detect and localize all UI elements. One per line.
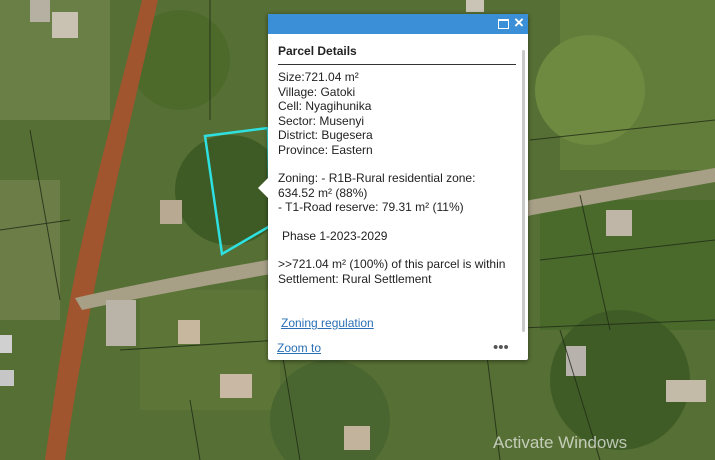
sector-text: Sector: Musenyi <box>278 113 365 128</box>
zoning-text-3: - T1-Road reserve: 79.31 m² (11%) <box>278 200 464 214</box>
popup-header: × <box>268 14 528 34</box>
size-text: Size:721.04 m² <box>278 70 359 84</box>
more-horizontal-icon[interactable]: ••• <box>493 339 509 356</box>
maximize-icon[interactable] <box>496 16 510 30</box>
zoning-text-2: 634.52 m² (88%) <box>278 185 368 200</box>
phase-text: Phase 1-2023-2029 <box>282 228 388 243</box>
popup-body: Parcel Details Size:721.04 m² Village: G… <box>278 34 516 330</box>
parcel-attributes: Size:721.04 m² Village: Gatoki Cell: Nya… <box>278 70 516 286</box>
district-text: District: Bugesera <box>278 128 373 142</box>
zoning-text-1: Zoning: - R1B-Rural residential zone: <box>278 171 476 185</box>
village-text: Village: Gatoki <box>278 84 356 99</box>
close-icon[interactable]: × <box>512 14 526 31</box>
zoning-regulation-link[interactable]: Zoning regulation <box>281 316 374 330</box>
popup-scrollbar[interactable] <box>522 50 525 332</box>
settlement-text-1: >>721.04 m² (100%) of this parcel is wit… <box>278 257 506 271</box>
province-text: Province: Eastern <box>278 142 373 157</box>
parcel-details-popup: × Parcel Details Size:721.04 m² Village:… <box>258 14 528 360</box>
activate-windows-watermark: Activate Windows <box>493 433 628 452</box>
cell-text: Cell: Nyagihunika <box>278 99 372 113</box>
popup-pointer <box>258 178 268 198</box>
popup-title: Parcel Details <box>278 34 516 65</box>
zoom-to-link[interactable]: Zoom to <box>277 341 321 355</box>
settlement-text-2: Settlement: Rural Settlement <box>278 271 432 286</box>
